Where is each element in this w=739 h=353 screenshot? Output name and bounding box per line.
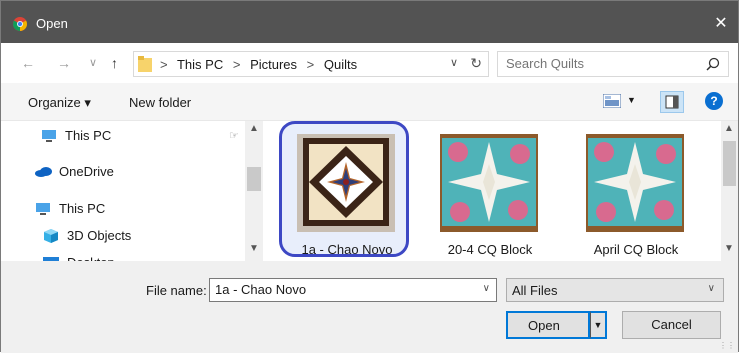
computer-icon [36, 203, 50, 215]
dialog-title: Open [36, 16, 68, 31]
breadcrumb-separator: > [232, 57, 241, 72]
organize-button[interactable]: Organize ▾ [28, 95, 91, 111]
nav-item-this-pc[interactable]: This PC [35, 198, 235, 220]
cube-icon [44, 229, 58, 243]
file-name-label: April CQ Block [593, 242, 679, 257]
back-arrow-icon[interactable]: ← [21, 53, 35, 73]
help-icon[interactable]: ? [705, 92, 723, 110]
file-list: 1a - Chao Novo 20-4 CQ Block April CQ Bl… [267, 121, 721, 261]
nav-item-label: Desktop [67, 252, 115, 261]
folder-icon [138, 56, 152, 72]
chevron-down-icon[interactable]: ∨ [483, 283, 490, 294]
change-view-icon[interactable] [603, 94, 621, 108]
cloud-icon [35, 167, 52, 177]
scroll-up-icon[interactable]: ▲ [724, 123, 734, 134]
file-name-label: File name: [146, 283, 207, 298]
dialog-footer: File name: ∨ All Files ∨ Open ▼ Cancel ⋮… [1, 261, 738, 353]
forward-arrow-icon[interactable]: → [57, 53, 71, 73]
title-bar: Open ✕ [1, 1, 738, 43]
chevron-down-icon[interactable]: ∨ [450, 56, 458, 69]
open-dialog: Open ✕ ← → ∨ ↑ > This PC > Pictures > Qu… [0, 0, 739, 353]
computer-icon [42, 130, 56, 142]
breadcrumb-separator: > [160, 57, 168, 72]
command-bar: Organize ▾ New folder ▼ ? [1, 83, 738, 121]
new-folder-button[interactable]: New folder [129, 95, 191, 110]
pane-glyph-icon [665, 95, 679, 109]
nav-item-label: OneDrive [59, 164, 114, 179]
file-name-label: 1a - Chao Novo [301, 242, 393, 257]
view-dropdown-icon[interactable]: ▼ [627, 95, 636, 105]
nav-item-label: This PC [65, 128, 112, 143]
file-type-filter[interactable]: All Files ∨ [506, 278, 724, 302]
navigation-pane-scrollbar[interactable]: ▲ ▼ [245, 121, 263, 261]
navigation-pane: This PC OneDrive This PC 3D Objects [1, 121, 267, 261]
quilt-thumbnail-image [586, 134, 684, 232]
nav-item-onedrive[interactable]: OneDrive [35, 161, 235, 183]
nav-item-label: 3D Objects [67, 228, 132, 243]
resize-grip-icon[interactable]: ⋮⋮ [719, 341, 735, 350]
file-tile-1a-chao-novo[interactable]: 1a - Chao Novo [279, 121, 409, 257]
search-input[interactable] [506, 56, 686, 71]
scroll-down-icon[interactable]: ▼ [724, 243, 734, 254]
address-bar[interactable]: > This PC > Pictures > Quilts ∨ ↻ [133, 51, 489, 77]
file-type-value: All Files [512, 283, 558, 298]
chevron-down-icon: ∨ [707, 283, 715, 294]
nav-item-this-pc-quick[interactable]: This PC [41, 125, 231, 147]
address-row: ← → ∨ ↑ > This PC > Pictures > Quilts ∨ … [1, 43, 738, 83]
search-icon [706, 57, 720, 71]
scrollbar-thumb[interactable] [723, 141, 736, 186]
recent-locations-icon[interactable]: ∨ [89, 53, 97, 73]
cancel-button[interactable]: Cancel [622, 311, 721, 339]
file-name-input[interactable] [215, 282, 465, 297]
file-tile-april-cq-block[interactable]: April CQ Block [571, 124, 701, 260]
file-list-scrollbar[interactable]: ▲ ▼ [721, 121, 738, 261]
breadcrumb-separator: > [306, 57, 315, 72]
scroll-down-icon[interactable]: ▼ [249, 243, 259, 254]
close-icon[interactable]: ✕ [704, 9, 738, 39]
chrome-icon [13, 17, 27, 31]
scrollbar-thumb[interactable] [247, 167, 261, 191]
pin-icon[interactable]: ☞ [229, 129, 239, 142]
open-button[interactable]: Open [506, 311, 590, 339]
nav-item-3d-objects[interactable]: 3D Objects [43, 225, 243, 247]
file-name-combobox[interactable]: ∨ [209, 278, 497, 302]
up-arrow-icon[interactable]: ↑ [111, 53, 118, 73]
search-box[interactable] [497, 51, 729, 77]
file-name-label: 20-4 CQ Block [447, 242, 533, 257]
file-tile-20-4-cq-block[interactable]: 20-4 CQ Block [425, 124, 555, 260]
scroll-up-icon[interactable]: ▲ [249, 123, 259, 134]
open-button-label: Open [528, 318, 560, 333]
refresh-icon[interactable]: ↻ [470, 55, 482, 72]
breadcrumb: > This PC > Pictures > Quilts [160, 57, 363, 72]
quilt-thumbnail-image [440, 134, 538, 232]
nav-item-label: This PC [59, 201, 106, 216]
breadcrumb-quilts[interactable]: Quilts [324, 57, 357, 72]
breadcrumb-this-pc[interactable]: This PC [177, 57, 223, 72]
open-split-dropdown-icon[interactable]: ▼ [590, 311, 607, 339]
nav-item-desktop[interactable]: Desktop [43, 252, 243, 261]
preview-pane-icon[interactable] [660, 91, 684, 113]
quilt-thumbnail-image [297, 134, 395, 232]
breadcrumb-pictures[interactable]: Pictures [250, 57, 297, 72]
